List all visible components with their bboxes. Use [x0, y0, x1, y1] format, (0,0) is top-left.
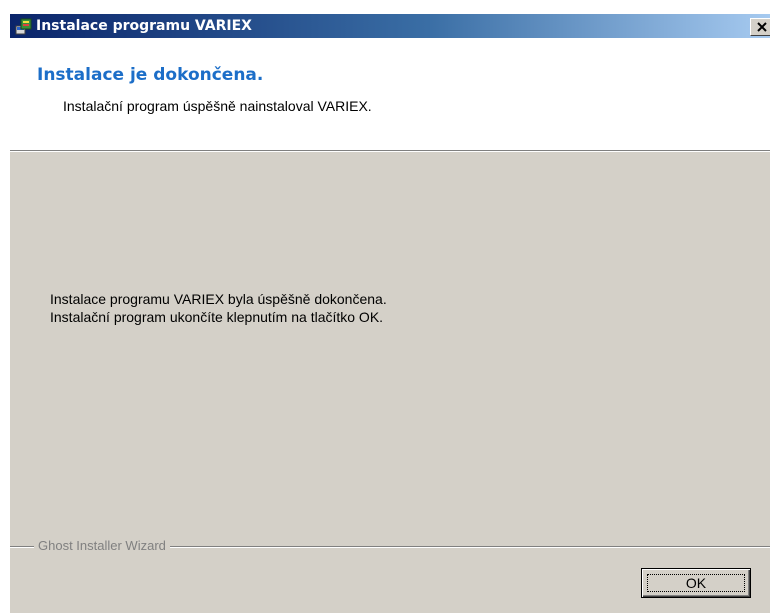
page-subtitle: Instalační program úspěšně nainstaloval … — [63, 98, 372, 114]
brand-label: Ghost Installer Wizard — [34, 537, 170, 555]
ok-button-label: OK — [685, 575, 707, 591]
message-line-1: Instalace programu VARIEX byla úspěšně d… — [50, 291, 387, 307]
close-icon — [756, 21, 768, 37]
completion-message: Instalace programu VARIEX byla úspěšně d… — [50, 290, 387, 326]
close-button[interactable] — [750, 18, 770, 36]
ok-button[interactable]: OK — [641, 568, 751, 598]
title-bar[interactable]: Instalace programu VARIEX — [10, 14, 770, 38]
installer-icon — [15, 17, 33, 35]
window-title: Instalace programu VARIEX — [36, 18, 252, 34]
installer-window: Instalace programu VARIEX Instalace je d… — [10, 14, 770, 613]
header-panel: Instalace je dokončena. Instalační progr… — [10, 38, 770, 152]
message-line-2: Instalační program ukončíte klepnutím na… — [50, 309, 384, 325]
page-title: Instalace je dokončena. — [37, 65, 264, 85]
